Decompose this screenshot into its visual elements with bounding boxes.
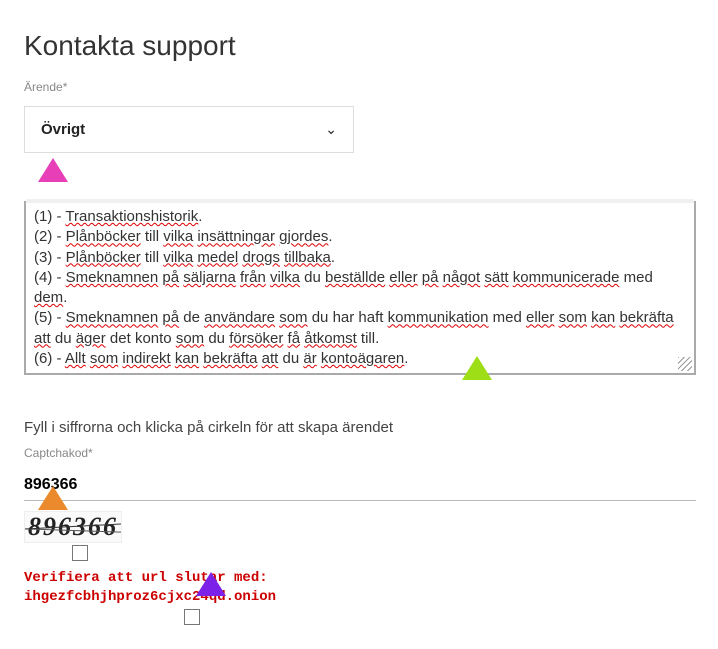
verify-url-text: Verifiera att url slutar med: ihgezfcbhj… (24, 569, 694, 607)
subject-label: Ärende* (24, 80, 694, 94)
captcha-label: Captchakod* (24, 446, 694, 460)
marker-triangle-icon (38, 158, 68, 182)
instruction-text: Fyll i siffrorna och klicka på cirkeln f… (24, 419, 694, 436)
page-title: Kontakta support (24, 30, 694, 62)
message-textarea-content[interactable]: (1) - Transaktionshistorik.(2) - Plånböc… (26, 203, 694, 373)
subject-select[interactable]: Övrigt ⌄ (24, 106, 354, 153)
captcha-input[interactable] (24, 472, 696, 501)
message-textarea[interactable]: (1) - Transaktionshistorik.(2) - Plånböc… (24, 201, 696, 375)
secondary-checkbox[interactable] (184, 609, 200, 625)
captcha-checkbox[interactable] (72, 545, 88, 561)
captcha-image: 896366 (24, 511, 122, 543)
chevron-down-icon: ⌄ (325, 121, 337, 138)
subject-select-value: Övrigt (41, 121, 85, 138)
